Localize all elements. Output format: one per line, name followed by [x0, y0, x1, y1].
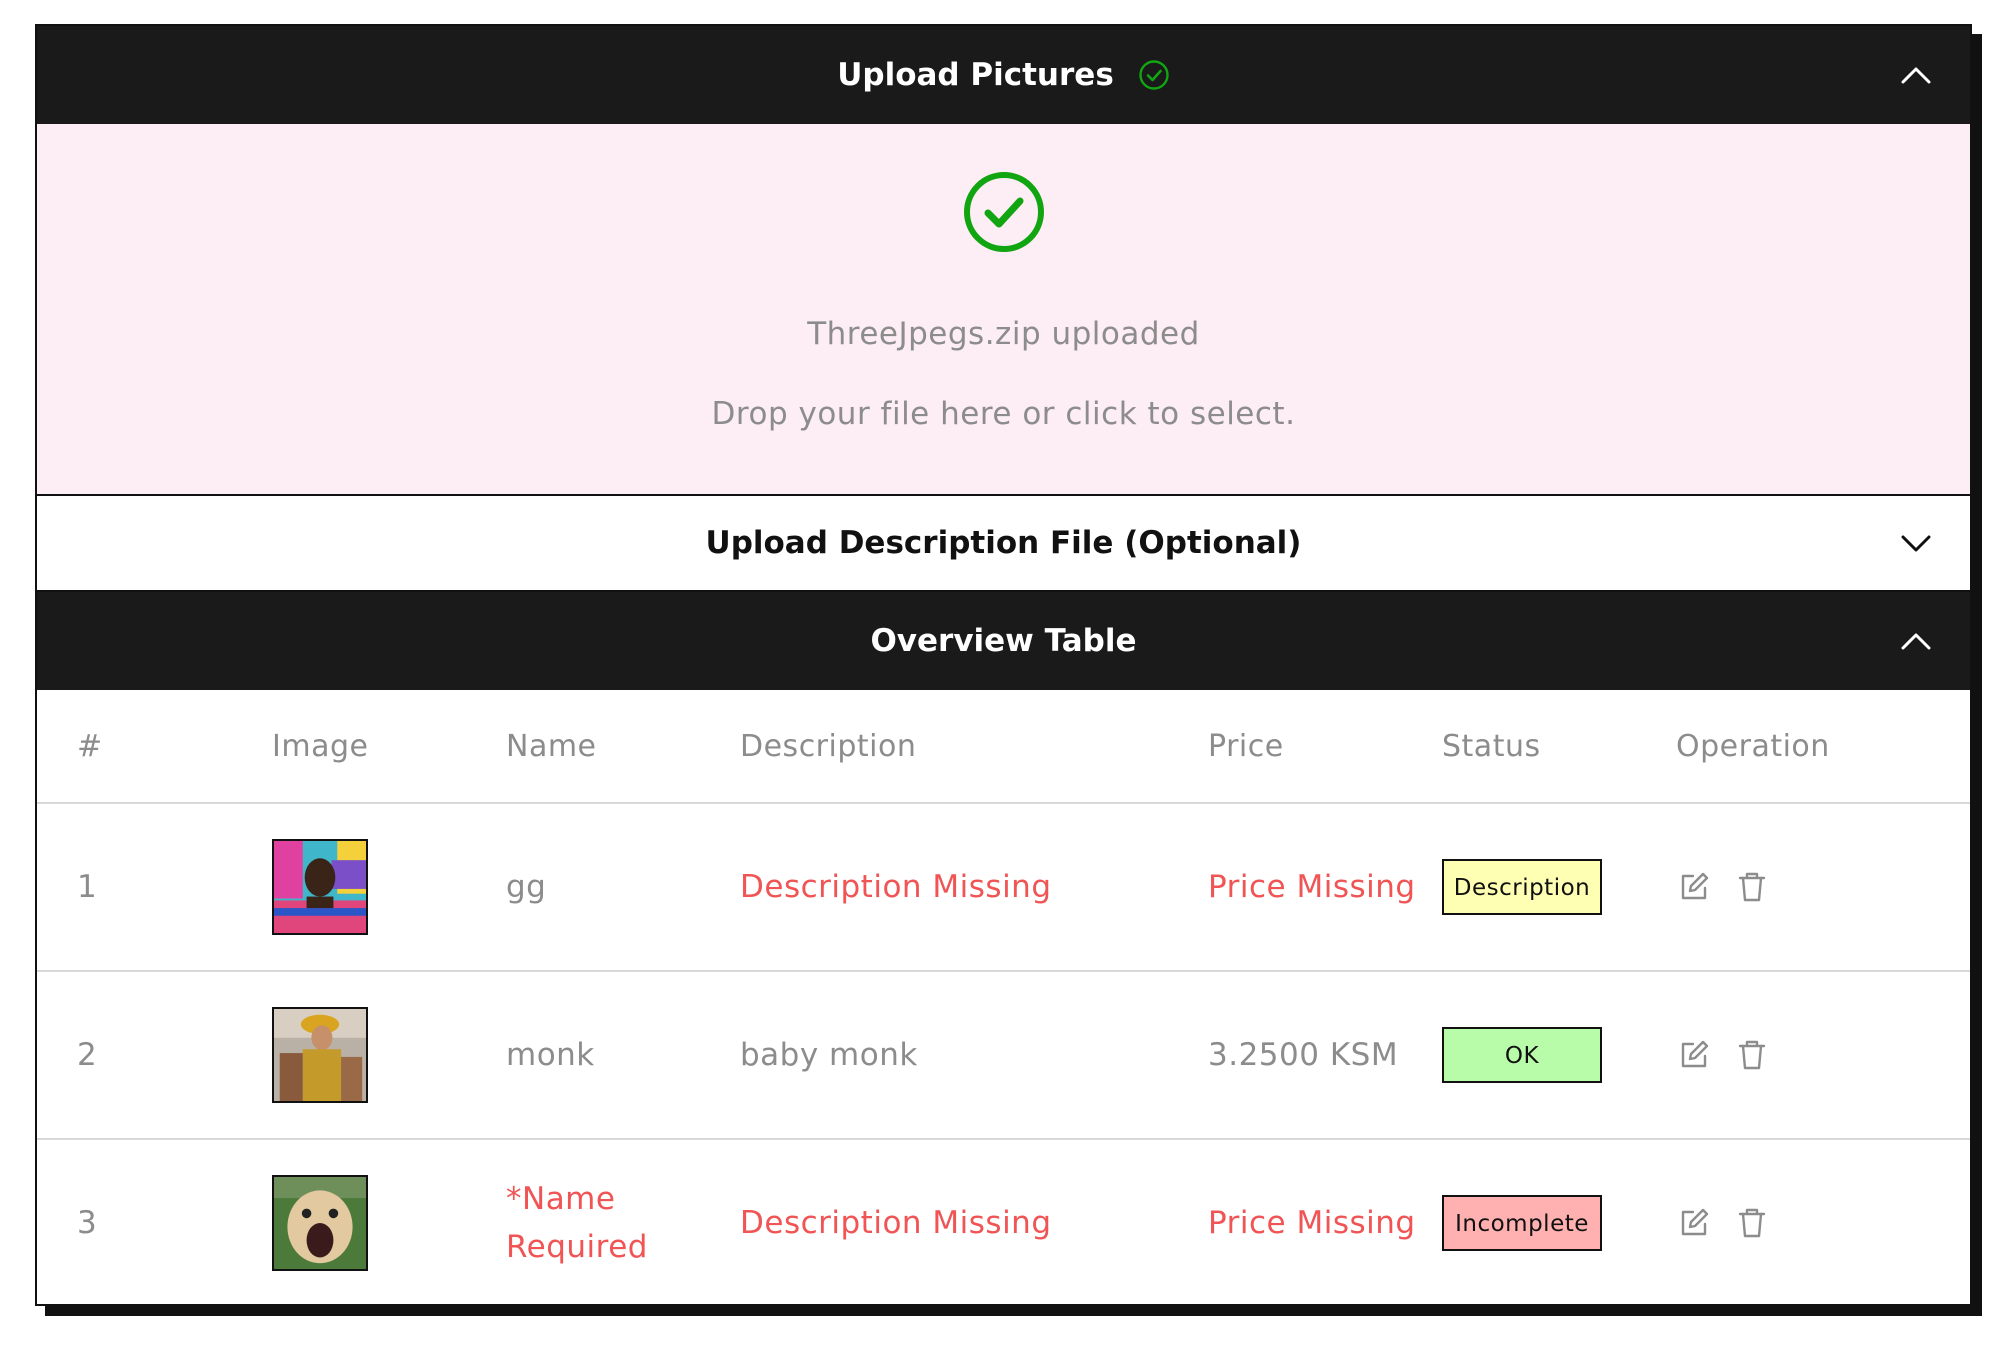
row-name: *Name Required — [506, 1181, 648, 1265]
chevron-up-icon[interactable] — [1898, 623, 1934, 659]
row-index: 1 — [37, 803, 272, 972]
trash-icon[interactable] — [1734, 869, 1770, 905]
row-description: Description Missing — [740, 803, 1208, 972]
drop-hint-text: Drop your file here or click to select. — [711, 396, 1296, 432]
row-name: gg — [506, 803, 740, 972]
trash-icon[interactable] — [1734, 1037, 1770, 1073]
row-operations — [1676, 1205, 1970, 1241]
row-name: monk — [506, 971, 740, 1140]
row-price: Price Missing — [1208, 803, 1442, 972]
row-operations — [1676, 869, 1970, 905]
thumbnail-image[interactable] — [272, 839, 368, 935]
table-row: 1 gg Description Missing Price Missing D… — [37, 803, 1970, 972]
row-index: 3 — [77, 1205, 98, 1241]
upload-panel: Upload Pictures ThreeJpegs.zip uploaded … — [35, 24, 1972, 1306]
file-dropzone[interactable]: ThreeJpegs.zip uploaded Drop your file h… — [37, 124, 1970, 494]
overview-table: # Image Name Description Price Status Op… — [37, 690, 1970, 1304]
edit-icon[interactable] — [1676, 1037, 1712, 1073]
status-badge: OK — [1442, 1027, 1602, 1083]
upload-pictures-header[interactable]: Upload Pictures — [37, 26, 1970, 124]
upload-description-title: Upload Description File (Optional) — [705, 525, 1302, 561]
row-index: 2 — [37, 971, 272, 1140]
column-header-index: # — [37, 690, 272, 804]
row-description: Description Missing — [740, 1205, 1052, 1241]
upload-description-header[interactable]: Upload Description File (Optional) — [37, 494, 1970, 592]
check-circle-icon — [1139, 60, 1169, 90]
column-header-image: Image — [272, 690, 506, 804]
column-header-name: Name — [506, 690, 740, 804]
row-price: Price Missing — [1208, 1205, 1416, 1241]
table-row: 3 *Name Required Description Missing Pri… — [37, 1139, 1970, 1304]
table-header-row: # Image Name Description Price Status Op… — [37, 690, 1970, 804]
status-badge: Description — [1442, 859, 1602, 915]
trash-icon[interactable] — [1734, 1205, 1770, 1241]
table-row: 2 monk baby monk 3.2500 KSM OK — [37, 971, 1970, 1140]
row-price: 3.2500 KSM — [1208, 971, 1442, 1140]
row-operations — [1676, 1037, 1970, 1073]
column-header-status: Status — [1442, 690, 1676, 804]
overview-table-title: Overview Table — [870, 623, 1137, 659]
overview-table-header[interactable]: Overview Table — [37, 592, 1970, 690]
edit-icon[interactable] — [1676, 869, 1712, 905]
thumbnail-image[interactable] — [272, 1007, 368, 1103]
edit-icon[interactable] — [1676, 1205, 1712, 1241]
chevron-up-icon[interactable] — [1898, 57, 1934, 93]
upload-success-icon — [963, 172, 1044, 252]
column-header-description: Description — [740, 690, 1208, 804]
thumbnail-image[interactable] — [272, 1175, 368, 1271]
upload-pictures-title: Upload Pictures — [837, 57, 1114, 93]
uploaded-file-text: ThreeJpegs.zip uploaded — [807, 316, 1200, 352]
row-description: baby monk — [740, 971, 1208, 1140]
column-header-operation: Operation — [1676, 690, 1970, 804]
status-badge: Incomplete — [1442, 1195, 1602, 1251]
column-header-price: Price — [1208, 690, 1442, 804]
chevron-down-icon[interactable] — [1898, 525, 1934, 561]
